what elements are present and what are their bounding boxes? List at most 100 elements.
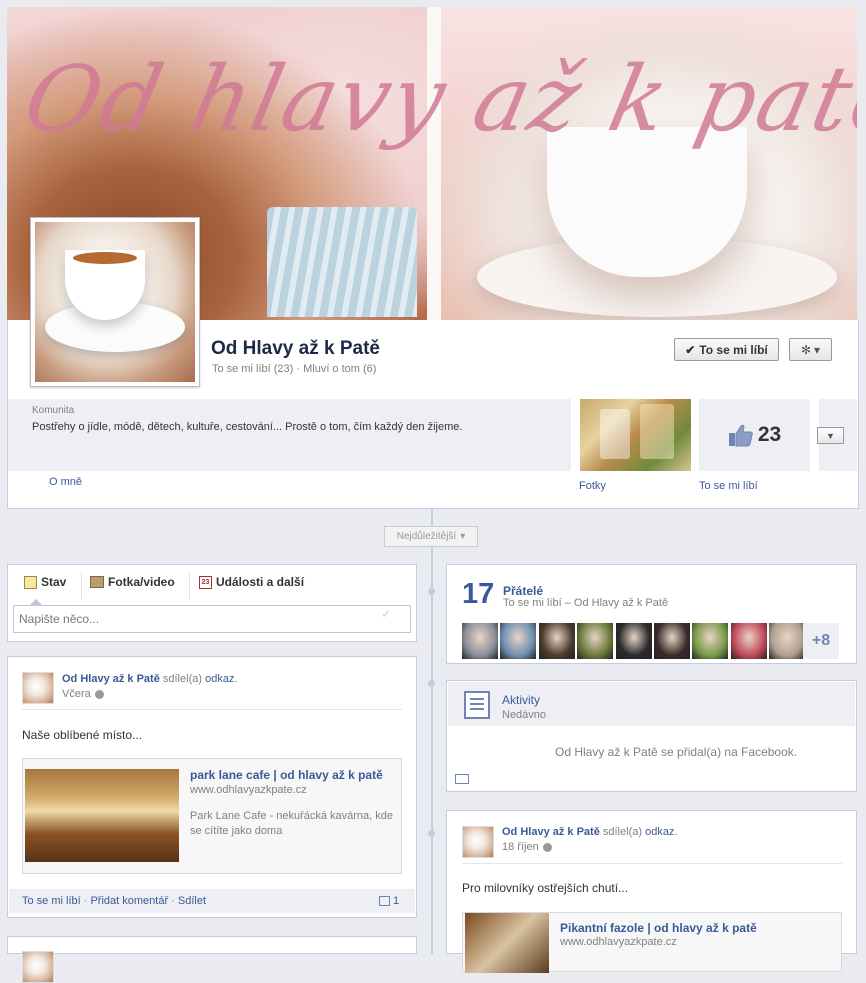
post-author[interactable]: Od Hlavy až k Patě (62, 673, 160, 685)
activity-icon-line (470, 703, 484, 705)
checkmark-icon: ✔ (685, 342, 696, 357)
comment-count[interactable]: 1 (379, 895, 399, 907)
chevron-down-icon: ▾ (814, 342, 821, 357)
post-header: Od Hlavy až k Patě sdílel(a) odkaz. (502, 826, 678, 838)
profile-coffee (73, 252, 137, 264)
friend-avatar[interactable] (769, 623, 806, 659)
tab-separator (189, 572, 190, 600)
friend-avatar[interactable] (577, 623, 614, 659)
photo-glass-shape (600, 409, 630, 459)
shared-link-preview[interactable]: park lane cafe | od hlavy až k patě www.… (22, 758, 402, 874)
cover-title: Od hlavy až k patě (15, 47, 857, 152)
activity-icon-line (470, 698, 484, 700)
friend-avatar[interactable] (615, 623, 652, 659)
friends-title[interactable]: Přátelé (503, 584, 543, 598)
status-icon (24, 575, 37, 589)
about-box: Komunita Postřehy o jídle, módě, dětech,… (8, 399, 571, 471)
tab-photo-video[interactable]: Fotka/video (90, 575, 175, 589)
thumbs-up-icon (728, 424, 753, 447)
timeline-post: Od Hlavy až k Patě sdílel(a) odkaz. 18 ř… (446, 810, 857, 973)
friend-avatar[interactable] (500, 623, 537, 659)
photo-glass-shape (640, 404, 674, 459)
activity-icon-line (470, 708, 484, 710)
sort-dropdown[interactable]: Nejdůležitější ▾ (384, 526, 478, 547)
settings-button[interactable]: ✻ ▾ (789, 338, 832, 361)
like-page-button[interactable]: ✔ To se mi líbí (674, 338, 779, 361)
about-link[interactable]: O mně (49, 476, 82, 488)
tab-status-label: Stav (41, 575, 67, 589)
post-meta: 18 říjen (502, 841, 552, 853)
page-stats: To se mi líbí (23) · Mluví o tom (6) (212, 363, 376, 375)
tab-status[interactable]: Stav (24, 575, 66, 589)
comment-count-value: 1 (393, 895, 400, 907)
post-action-end: . (234, 673, 238, 685)
friend-avatar[interactable] (692, 623, 729, 659)
shared-link-title[interactable]: park lane cafe | od hlavy až k patě (190, 768, 383, 782)
friends-count[interactable]: 17 (462, 578, 494, 611)
post-actions: To se mi líbí · Přidat komentář · Sdílet (22, 895, 206, 907)
photos-thumbnail[interactable] (580, 399, 691, 471)
post-header: Od Hlavy až k Patě sdílel(a) odkaz. (62, 673, 238, 685)
calendar-icon: 23 (199, 575, 212, 589)
activity-subtitle: Nedávno (502, 709, 547, 721)
activity-icon (464, 691, 490, 719)
shared-link-url: www.odhlavyazkpate.cz (560, 936, 677, 948)
avatar[interactable] (462, 826, 494, 858)
activity-title[interactable]: Aktivity (502, 693, 540, 707)
talking-stat[interactable]: Mluví o tom (6) (303, 363, 376, 375)
timeline-dot (428, 680, 435, 687)
post-time[interactable]: 18 říjen (502, 841, 539, 853)
shared-link-title[interactable]: Pikantní fazole | od hlavy až k patě (560, 921, 757, 935)
actions-sep: · (80, 895, 91, 907)
share-link[interactable]: Sdílet (178, 895, 206, 907)
post-action: sdílel(a) (159, 673, 206, 685)
activity-box: Aktivity Nedávno Od Hlavy až k Patě se p… (446, 680, 857, 792)
post-action-link[interactable]: odkaz (205, 673, 234, 685)
friend-avatar[interactable] (538, 623, 575, 659)
like-link[interactable]: To se mi líbí (22, 895, 81, 907)
expand-apps-button[interactable]: ▼ (817, 427, 844, 444)
shared-link-image[interactable] (25, 769, 179, 862)
photos-link[interactable]: Fotky (579, 480, 606, 492)
globe-icon (542, 842, 552, 852)
globe-icon (94, 689, 104, 699)
shared-link-image[interactable] (465, 913, 549, 973)
page-title[interactable]: Od Hlavy až k Patě (211, 338, 380, 360)
chevron-down-icon: ▾ (460, 531, 466, 542)
post-time[interactable]: Včera (62, 688, 91, 700)
post-actions-bar: To se mi líbí · Přidat komentář · Sdílet… (9, 889, 415, 913)
friend-avatar[interactable] (730, 623, 767, 659)
likes-link[interactable]: To se mi líbí (699, 480, 758, 492)
activity-message: Od Hlavy až k Patě se přidal(a) na Faceb… (555, 745, 798, 759)
tab-events[interactable]: 23 Události a další (199, 575, 304, 589)
profile-picture[interactable] (30, 217, 200, 387)
avatar[interactable] (22, 672, 54, 704)
status-input[interactable]: Napište něco... (13, 605, 411, 633)
post-meta: Včera (62, 688, 104, 700)
cover-cupcake-image (267, 207, 417, 317)
timeline-post: Od Hlavy až k Patě sdílel(a) odkaz. Včer… (7, 656, 417, 918)
avatar[interactable] (22, 951, 54, 983)
likes-count: 23 (757, 423, 782, 446)
post-text: Pro milovníky ostřejších chutí... (462, 881, 629, 895)
likes-tile[interactable]: 23 (699, 399, 810, 471)
timeline-dot (428, 830, 435, 837)
post-action: sdílel(a) (599, 826, 646, 838)
comment-link[interactable]: Přidat komentář (90, 895, 168, 907)
more-friends-button[interactable]: +8 (803, 623, 839, 659)
friend-avatar[interactable] (462, 623, 498, 659)
friend-avatar[interactable] (654, 623, 690, 659)
timeline-post (7, 936, 417, 983)
chevron-down-icon: ▼ (826, 430, 835, 441)
tab-events-label: Události a další (216, 575, 305, 589)
audience-check-icon[interactable]: ✓ (381, 607, 391, 621)
actions-sep: · (168, 895, 178, 907)
post-divider (22, 709, 402, 710)
page-description: Postřehy o jídle, módě, dětech, kultuře,… (32, 421, 463, 433)
likes-stat[interactable]: To se mi líbí (23) (212, 363, 293, 375)
post-author[interactable]: Od Hlavy až k Patě (502, 826, 600, 838)
profile-picture-image (35, 222, 195, 382)
post-divider (462, 863, 842, 864)
post-action-link[interactable]: odkaz (645, 826, 674, 838)
shared-link-preview[interactable]: Pikantní fazole | od hlavy až k patě www… (462, 912, 842, 973)
